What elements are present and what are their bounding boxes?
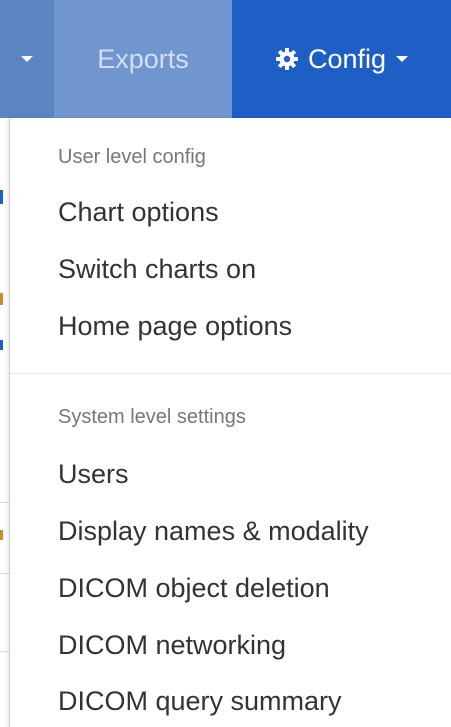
menu-item-users[interactable]: Users (58, 459, 129, 490)
caret-down-icon (396, 56, 409, 62)
nav-exports-label: Exports (97, 43, 189, 74)
user-config-header: User level config (58, 146, 206, 168)
background-mark (0, 190, 3, 204)
menu-item-home-page-options[interactable]: Home page options (58, 311, 292, 342)
background-mark (0, 340, 3, 350)
nav-config-label: Config (307, 43, 387, 74)
background-rule (0, 651, 9, 652)
navbar: Exports Config (0, 0, 451, 118)
menu-item-switch-charts-on[interactable]: Switch charts on (58, 254, 256, 285)
caret-down-icon (21, 56, 33, 62)
gear-icon (275, 47, 299, 71)
page: Exports Config User level config Chart o… (0, 0, 451, 727)
menu-item-chart-options[interactable]: Chart options (58, 197, 219, 228)
menu-item-dicom-object-deletion[interactable]: DICOM object deletion (58, 573, 330, 604)
background-mark (0, 530, 3, 540)
nav-config-dropdown-toggle[interactable]: Config (232, 0, 451, 118)
background-mark (0, 293, 3, 305)
menu-item-display-names-modality[interactable]: Display names & modality (58, 516, 369, 547)
background-rule (0, 573, 9, 574)
system-settings-header: System level settings (58, 406, 246, 428)
menu-item-dicom-query-summary[interactable]: DICOM query summary (58, 686, 342, 717)
background-page-edge (0, 118, 9, 727)
nav-exports-link[interactable]: Exports (54, 0, 232, 118)
config-dropdown-menu: User level config Chart options Switch c… (9, 118, 451, 727)
menu-item-dicom-networking[interactable]: DICOM networking (58, 630, 286, 661)
nav-previous-dropdown-toggle[interactable] (0, 0, 54, 118)
menu-divider (10, 373, 451, 374)
background-rule (0, 502, 9, 503)
